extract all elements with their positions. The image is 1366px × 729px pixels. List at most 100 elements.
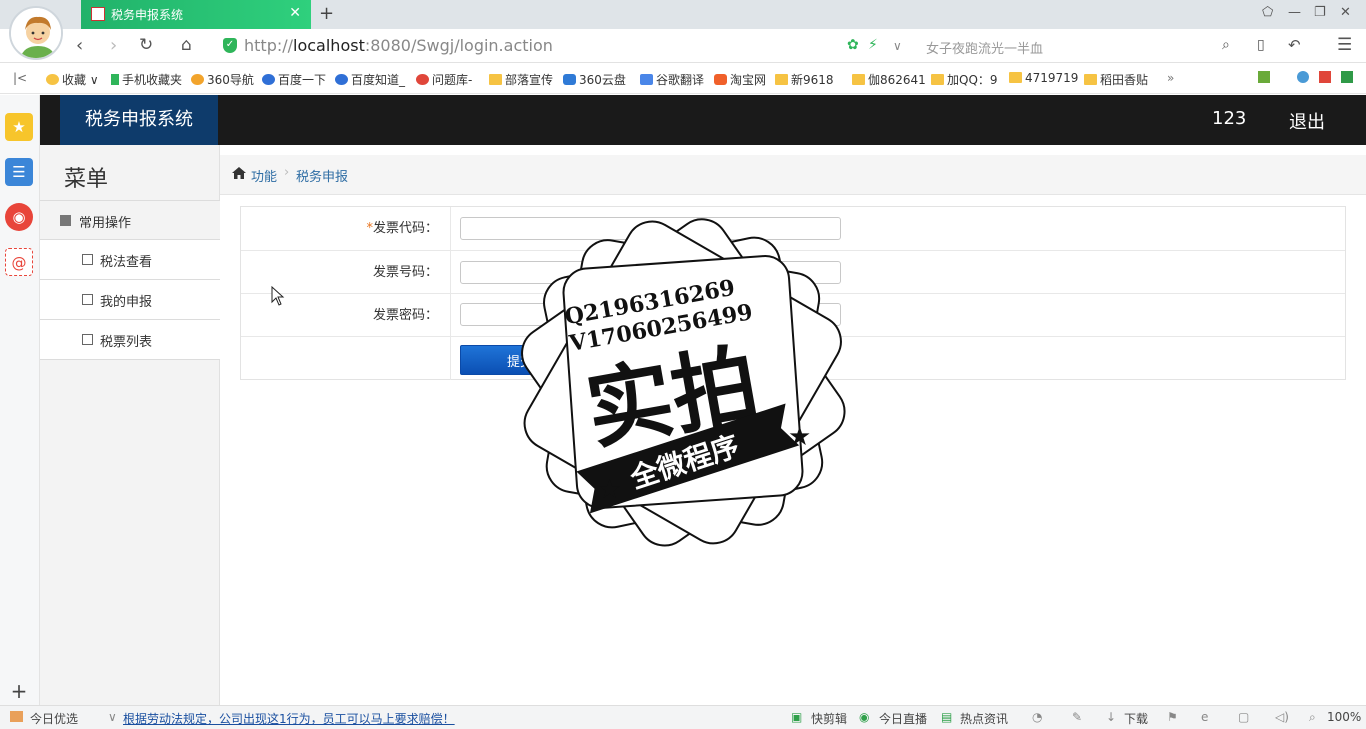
menu-group-common[interactable]: 常用操作 bbox=[40, 200, 220, 240]
hot-news[interactable]: 热点资讯 bbox=[960, 710, 1008, 727]
breadcrumb-function[interactable]: 功能 bbox=[251, 166, 277, 185]
volume-icon[interactable]: ◁) bbox=[1275, 710, 1289, 724]
search-icon[interactable]: ⌕ bbox=[1222, 37, 1230, 53]
sidebar-toggle-icon[interactable]: |< bbox=[13, 71, 27, 85]
books-icon bbox=[82, 254, 93, 265]
mail-icon[interactable]: @ bbox=[5, 248, 33, 276]
main-menu-icon[interactable]: ☰ bbox=[1337, 35, 1352, 55]
baidu-paw-icon bbox=[262, 74, 275, 85]
pin-icon[interactable]: ✎ bbox=[1072, 710, 1082, 724]
home-icon bbox=[232, 167, 246, 179]
tab-title: 税务申报系统 bbox=[111, 8, 184, 22]
bookmark-360-nav[interactable]: 360导航 bbox=[191, 71, 254, 88]
browser-nav-bar: ‹ › ↻ ⌂ ✿ ⚡ ∨ ⌕ ▯ ↶ ☰ bbox=[0, 29, 1366, 63]
favorites-star-icon[interactable]: ★ bbox=[5, 113, 33, 141]
bookmark-baidu[interactable]: 百度一下 bbox=[262, 71, 326, 88]
folder-icon bbox=[489, 74, 502, 85]
page-favicon-icon bbox=[91, 7, 105, 21]
reading-list-icon[interactable]: ☰ bbox=[5, 158, 33, 186]
breadcrumb-separator: › bbox=[284, 165, 290, 180]
bookmark-folder-qq[interactable]: 加QQ：9 bbox=[931, 71, 998, 88]
window-icon[interactable]: ▢ bbox=[1238, 710, 1249, 724]
restore-icon[interactable]: ❐ bbox=[1314, 5, 1326, 20]
browser-tab[interactable]: 税务申报系统 ✕ bbox=[81, 0, 311, 29]
news-ticker-link[interactable]: 根据劳动法规定，公司出现这1行为，员工可以马上要求赔偿！ bbox=[123, 710, 455, 727]
current-user[interactable]: 123 bbox=[1212, 108, 1246, 129]
zoom-icon: ⌕ bbox=[1309, 710, 1316, 724]
tv-icon[interactable] bbox=[1319, 71, 1334, 85]
taobao-icon bbox=[714, 74, 727, 85]
skin-icon[interactable]: ⬠ bbox=[1262, 5, 1273, 20]
menu-label: 我的申报 bbox=[100, 295, 153, 310]
star-icon bbox=[46, 74, 59, 85]
forward-icon[interactable]: › bbox=[110, 35, 117, 56]
quick-cut[interactable]: 快剪辑 bbox=[811, 710, 847, 727]
compat-mode-icon[interactable]: ✿ bbox=[847, 37, 859, 53]
bookmarks-bar: |< 收藏 ∨ 手机收藏夹 360导航 百度一下 百度知道_ 问题库- 部落宣传… bbox=[0, 63, 1366, 94]
window-close-icon[interactable]: ✕ bbox=[1340, 5, 1351, 20]
minimize-icon[interactable]: — bbox=[1288, 5, 1301, 20]
bookmark-folder-tribe[interactable]: 部落宣传 bbox=[489, 71, 553, 88]
undo-close-icon[interactable]: ↶ bbox=[1288, 36, 1301, 54]
menu-item-invoice-list[interactable]: 税票列表 bbox=[40, 320, 220, 360]
today-live[interactable]: 今日直播 bbox=[879, 710, 927, 727]
menu-item-my-declaration[interactable]: 我的申报 bbox=[40, 280, 220, 320]
phone-icon bbox=[111, 74, 119, 85]
more-bookmarks-icon[interactable]: » bbox=[1167, 71, 1174, 85]
address-bar[interactable]: http://localhost:8080/Swgj/login.action bbox=[244, 36, 553, 55]
baidu-paw-icon bbox=[335, 74, 348, 85]
bookmark-folder-4719719[interactable]: 4719719 bbox=[1009, 71, 1078, 85]
weibo-icon[interactable]: ◉ bbox=[5, 203, 33, 231]
download-link[interactable]: 下载 bbox=[1124, 710, 1148, 727]
envelope-icon bbox=[82, 294, 93, 305]
flag-icon[interactable]: ⚑ bbox=[1167, 710, 1178, 724]
menu-label: 税票列表 bbox=[100, 335, 153, 350]
menu-title: 菜单 bbox=[64, 167, 109, 192]
mobile-icon[interactable]: ▯ bbox=[1257, 37, 1265, 53]
logout-link[interactable]: 退出 bbox=[1289, 108, 1325, 134]
watermark-star-left-icon: ★ bbox=[598, 475, 621, 505]
bookmark-360-cloud[interactable]: 360云盘 bbox=[563, 71, 626, 88]
bookmark-google-translate[interactable]: 谷歌翻译 bbox=[640, 71, 704, 88]
ie-icon[interactable]: e bbox=[1201, 710, 1208, 724]
today-pick[interactable]: 今日优选 bbox=[30, 710, 78, 727]
tab-close-icon[interactable]: ✕ bbox=[289, 5, 301, 21]
app-brand[interactable]: 税务申报系统 bbox=[60, 95, 218, 145]
zoom-level[interactable]: 100% bbox=[1327, 710, 1361, 724]
live-icon: ◉ bbox=[859, 710, 870, 724]
url-dropdown-icon[interactable]: ∨ bbox=[893, 39, 902, 53]
speed-mode-icon[interactable]: ⚡ bbox=[868, 37, 878, 53]
browser-tab-bar: 税务申报系统 ✕ + ⬠ — ❐ ✕ bbox=[0, 0, 1366, 29]
search-input[interactable]: 女子夜跑流光一半血 bbox=[926, 38, 1043, 57]
add-sidebar-icon[interactable]: + bbox=[5, 677, 33, 705]
news-dropdown-icon[interactable]: ∨ bbox=[108, 710, 117, 724]
bookmark-folder-9618[interactable]: 新9618 bbox=[775, 71, 834, 88]
zoom-search-icon[interactable] bbox=[1297, 71, 1312, 85]
bookmark-baidu-zhidao[interactable]: 百度知道_ bbox=[335, 71, 405, 88]
new-tab-icon[interactable]: + bbox=[319, 3, 334, 24]
folder-icon bbox=[852, 74, 865, 85]
bookmark-mobile[interactable]: 手机收藏夹 bbox=[111, 71, 182, 88]
book-icon bbox=[60, 215, 71, 226]
menu-item-tax-law[interactable]: 税法查看 bbox=[40, 240, 220, 280]
home-page-icon[interactable]: ⌂ bbox=[181, 35, 192, 55]
apps-icon[interactable] bbox=[1258, 71, 1273, 85]
breadcrumb-tax-declaration[interactable]: 税务申报 bbox=[296, 166, 348, 185]
bookmark-question-bank[interactable]: 问题库- bbox=[416, 71, 472, 88]
folder-icon bbox=[1009, 72, 1022, 83]
user-avatar[interactable] bbox=[9, 6, 63, 60]
folder-icon bbox=[931, 74, 944, 85]
excel-icon[interactable] bbox=[1341, 71, 1356, 85]
folder-icon bbox=[1084, 74, 1097, 85]
bookmark-folder-daotian[interactable]: 稻田香贴 bbox=[1084, 71, 1148, 88]
s-logo-icon bbox=[416, 74, 429, 85]
translate-icon bbox=[640, 74, 653, 85]
speed-icon[interactable]: ◔ bbox=[1032, 710, 1042, 724]
menu-label: 税法查看 bbox=[100, 255, 153, 270]
bookmark-folder-862641[interactable]: 伽862641 bbox=[852, 71, 926, 88]
bookmark-taobao[interactable]: 淘宝网 bbox=[714, 71, 766, 88]
back-icon[interactable]: ‹ bbox=[76, 35, 83, 56]
refresh-icon[interactable]: ↻ bbox=[139, 35, 153, 55]
bookmark-favorites[interactable]: 收藏 ∨ bbox=[46, 71, 99, 88]
app-menu: 菜单 常用操作 税法查看 我的申报 税票列表 bbox=[40, 145, 220, 705]
